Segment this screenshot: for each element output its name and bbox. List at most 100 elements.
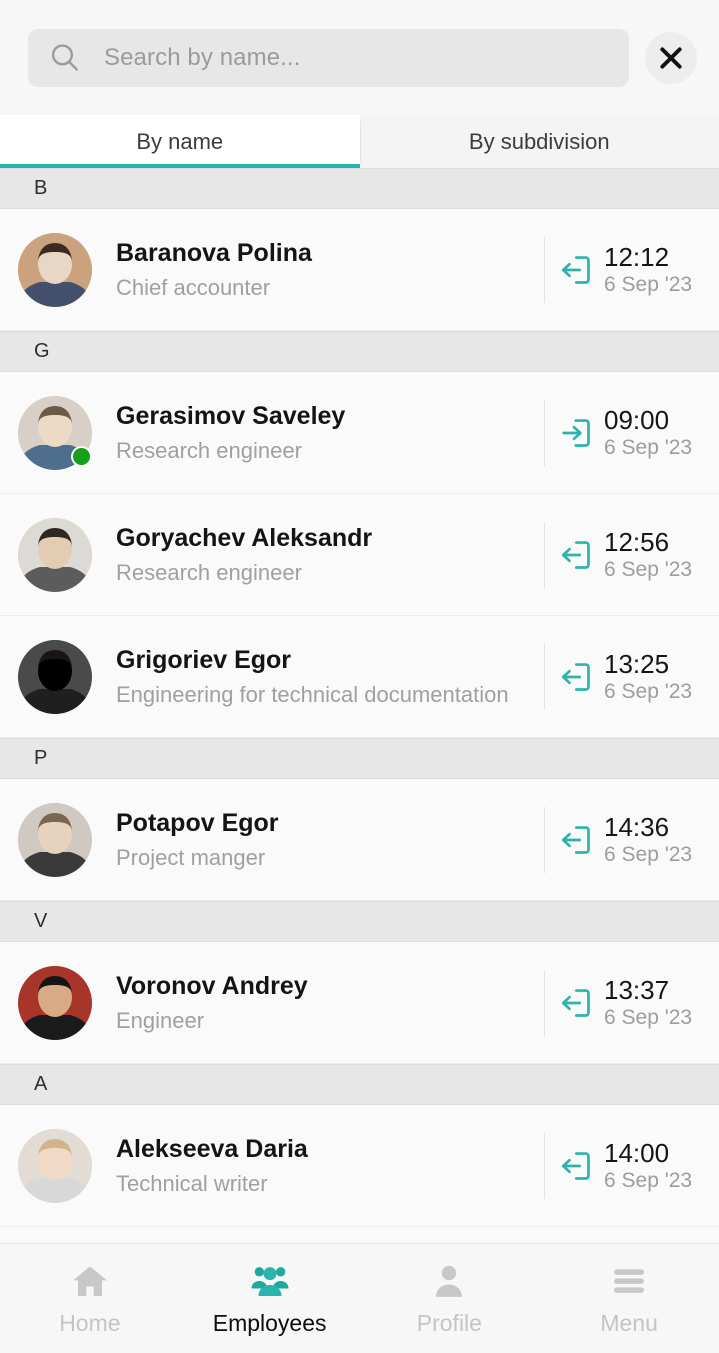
employee-row[interactable]: Potapov Egor Project manger 14:36 6 Sep … bbox=[0, 779, 719, 901]
employee-position: Research engineer bbox=[116, 559, 302, 585]
event-time: 12:12 bbox=[604, 242, 670, 272]
avatar bbox=[18, 965, 92, 1040]
attendance-info: 14:00 6 Sep '23 bbox=[559, 1140, 719, 1191]
nav-item-menu[interactable]: Menu bbox=[539, 1261, 719, 1337]
avatar-image bbox=[18, 639, 92, 714]
tab-by-subdivision[interactable]: By subdivision bbox=[359, 115, 719, 168]
nav-label-profile: Profile bbox=[416, 1309, 482, 1336]
home-icon bbox=[73, 1265, 107, 1296]
employee-row[interactable]: Grigoriev Egor Engineering for technical… bbox=[0, 616, 719, 738]
nav-item-profile[interactable]: Profile bbox=[360, 1261, 540, 1337]
tab-by-name[interactable]: By name bbox=[0, 115, 360, 168]
search-input[interactable] bbox=[104, 43, 609, 72]
employee-info: Alekseeva Daria Technical writer bbox=[116, 1135, 544, 1197]
timestamp: 14:36 6 Sep '23 bbox=[604, 814, 692, 865]
search-box[interactable] bbox=[28, 28, 629, 87]
search-icon bbox=[51, 43, 78, 71]
avatar bbox=[18, 395, 92, 470]
event-date: 6 Sep '23 bbox=[604, 1169, 693, 1192]
column-divider bbox=[544, 969, 545, 1036]
arrow-left-exit-icon bbox=[559, 986, 604, 1020]
employee-row[interactable]: Alekseeva Daria Technical writer 14:00 6… bbox=[0, 1105, 719, 1227]
employee-info: Potapov Egor Project manger bbox=[116, 809, 544, 871]
employee-position: Engineering for technical documentation bbox=[116, 681, 509, 707]
avatar-image bbox=[18, 517, 92, 592]
close-icon bbox=[660, 46, 682, 69]
tab-by-subdivision-label: By subdivision bbox=[468, 128, 610, 154]
event-time: 12:56 bbox=[604, 527, 670, 557]
section-letter: P bbox=[34, 747, 48, 769]
employee-info: Gerasimov Saveley Research engineer bbox=[116, 402, 544, 464]
employee-name: Alekseeva Daria bbox=[116, 1134, 308, 1163]
avatar-image bbox=[18, 232, 92, 307]
timestamp: 09:00 6 Sep '23 bbox=[604, 407, 692, 458]
employee-row[interactable]: Baranova Polina Chief accounter 12:12 6 … bbox=[0, 209, 719, 331]
avatar-image bbox=[18, 1128, 92, 1203]
employee-name: Grigoriev Egor bbox=[116, 645, 292, 674]
bottom-navigation: Home Employees Profile Menu bbox=[0, 1243, 719, 1353]
section-letter: V bbox=[34, 910, 48, 932]
timestamp: 12:12 6 Sep '23 bbox=[604, 244, 692, 295]
avatar bbox=[18, 517, 92, 592]
attendance-info: 12:56 6 Sep '23 bbox=[559, 529, 719, 580]
employee-position: Engineer bbox=[116, 1007, 205, 1033]
event-date: 6 Sep '23 bbox=[604, 436, 693, 459]
arrow-left-exit-icon bbox=[559, 253, 604, 287]
employee-list[interactable]: B Baranova Polina Chief accounter 12:12 bbox=[0, 168, 719, 1243]
avatar-image bbox=[18, 965, 92, 1040]
column-divider bbox=[544, 399, 545, 466]
employee-row[interactable]: Voronov Andrey Engineer 13:37 6 Sep '23 bbox=[0, 942, 719, 1064]
section-header: A bbox=[0, 1064, 719, 1105]
employee-name: Goryachev Aleksandr bbox=[116, 523, 373, 552]
employee-name: Potapov Egor bbox=[116, 808, 279, 837]
employee-row[interactable]: Gerasimov Saveley Research engineer 09:0… bbox=[0, 372, 719, 494]
employee-name: Voronov Andrey bbox=[116, 971, 308, 1000]
section-letter: G bbox=[34, 340, 50, 362]
event-time: 13:25 bbox=[604, 649, 670, 679]
nav-label-menu: Menu bbox=[600, 1309, 658, 1336]
people-icon bbox=[251, 1266, 289, 1296]
event-time: 14:00 bbox=[604, 1138, 670, 1168]
event-date: 6 Sep '23 bbox=[604, 1006, 693, 1029]
section-header: V bbox=[0, 901, 719, 942]
arrow-left-exit-icon bbox=[559, 660, 604, 694]
nav-item-employees[interactable]: Employees bbox=[180, 1261, 360, 1337]
arrow-left-exit-icon bbox=[559, 823, 604, 857]
avatar bbox=[18, 1128, 92, 1203]
section-letter: A bbox=[34, 1073, 48, 1095]
section-header: P bbox=[0, 738, 719, 779]
timestamp: 13:25 6 Sep '23 bbox=[604, 651, 692, 702]
event-date: 6 Sep '23 bbox=[604, 843, 693, 866]
event-time: 13:37 bbox=[604, 975, 670, 1005]
employee-info: Voronov Andrey Engineer bbox=[116, 972, 544, 1034]
timestamp: 13:37 6 Sep '23 bbox=[604, 977, 692, 1028]
column-divider bbox=[544, 806, 545, 873]
arrow-left-exit-icon bbox=[559, 1149, 604, 1183]
event-date: 6 Sep '23 bbox=[604, 558, 693, 581]
column-divider bbox=[544, 521, 545, 588]
close-search-button[interactable] bbox=[645, 31, 697, 84]
hamburger-icon bbox=[614, 1268, 645, 1293]
attendance-info: 12:12 6 Sep '23 bbox=[559, 244, 719, 295]
section-letter: B bbox=[34, 177, 48, 199]
event-time: 09:00 bbox=[604, 405, 670, 435]
section-header: G bbox=[0, 331, 719, 372]
employee-position: Chief accounter bbox=[116, 274, 271, 300]
avatar bbox=[18, 639, 92, 714]
employee-name: Gerasimov Saveley bbox=[116, 401, 346, 430]
employee-row[interactable]: Goryachev Aleksandr Research engineer 12… bbox=[0, 494, 719, 616]
attendance-info: 09:00 6 Sep '23 bbox=[559, 407, 719, 458]
event-date: 6 Sep '23 bbox=[604, 680, 693, 703]
event-date: 6 Sep '23 bbox=[604, 273, 693, 296]
employee-info: Baranova Polina Chief accounter bbox=[116, 239, 544, 301]
column-divider bbox=[544, 236, 545, 303]
avatar bbox=[18, 802, 92, 877]
nav-label-employees: Employees bbox=[212, 1309, 327, 1336]
avatar bbox=[18, 232, 92, 307]
section-header: B bbox=[0, 168, 719, 209]
nav-label-home: Home bbox=[59, 1309, 121, 1336]
attendance-info: 14:36 6 Sep '23 bbox=[559, 814, 719, 865]
nav-item-home[interactable]: Home bbox=[0, 1261, 180, 1337]
timestamp: 12:56 6 Sep '23 bbox=[604, 529, 692, 580]
employee-info: Grigoriev Egor Engineering for technical… bbox=[116, 646, 544, 708]
